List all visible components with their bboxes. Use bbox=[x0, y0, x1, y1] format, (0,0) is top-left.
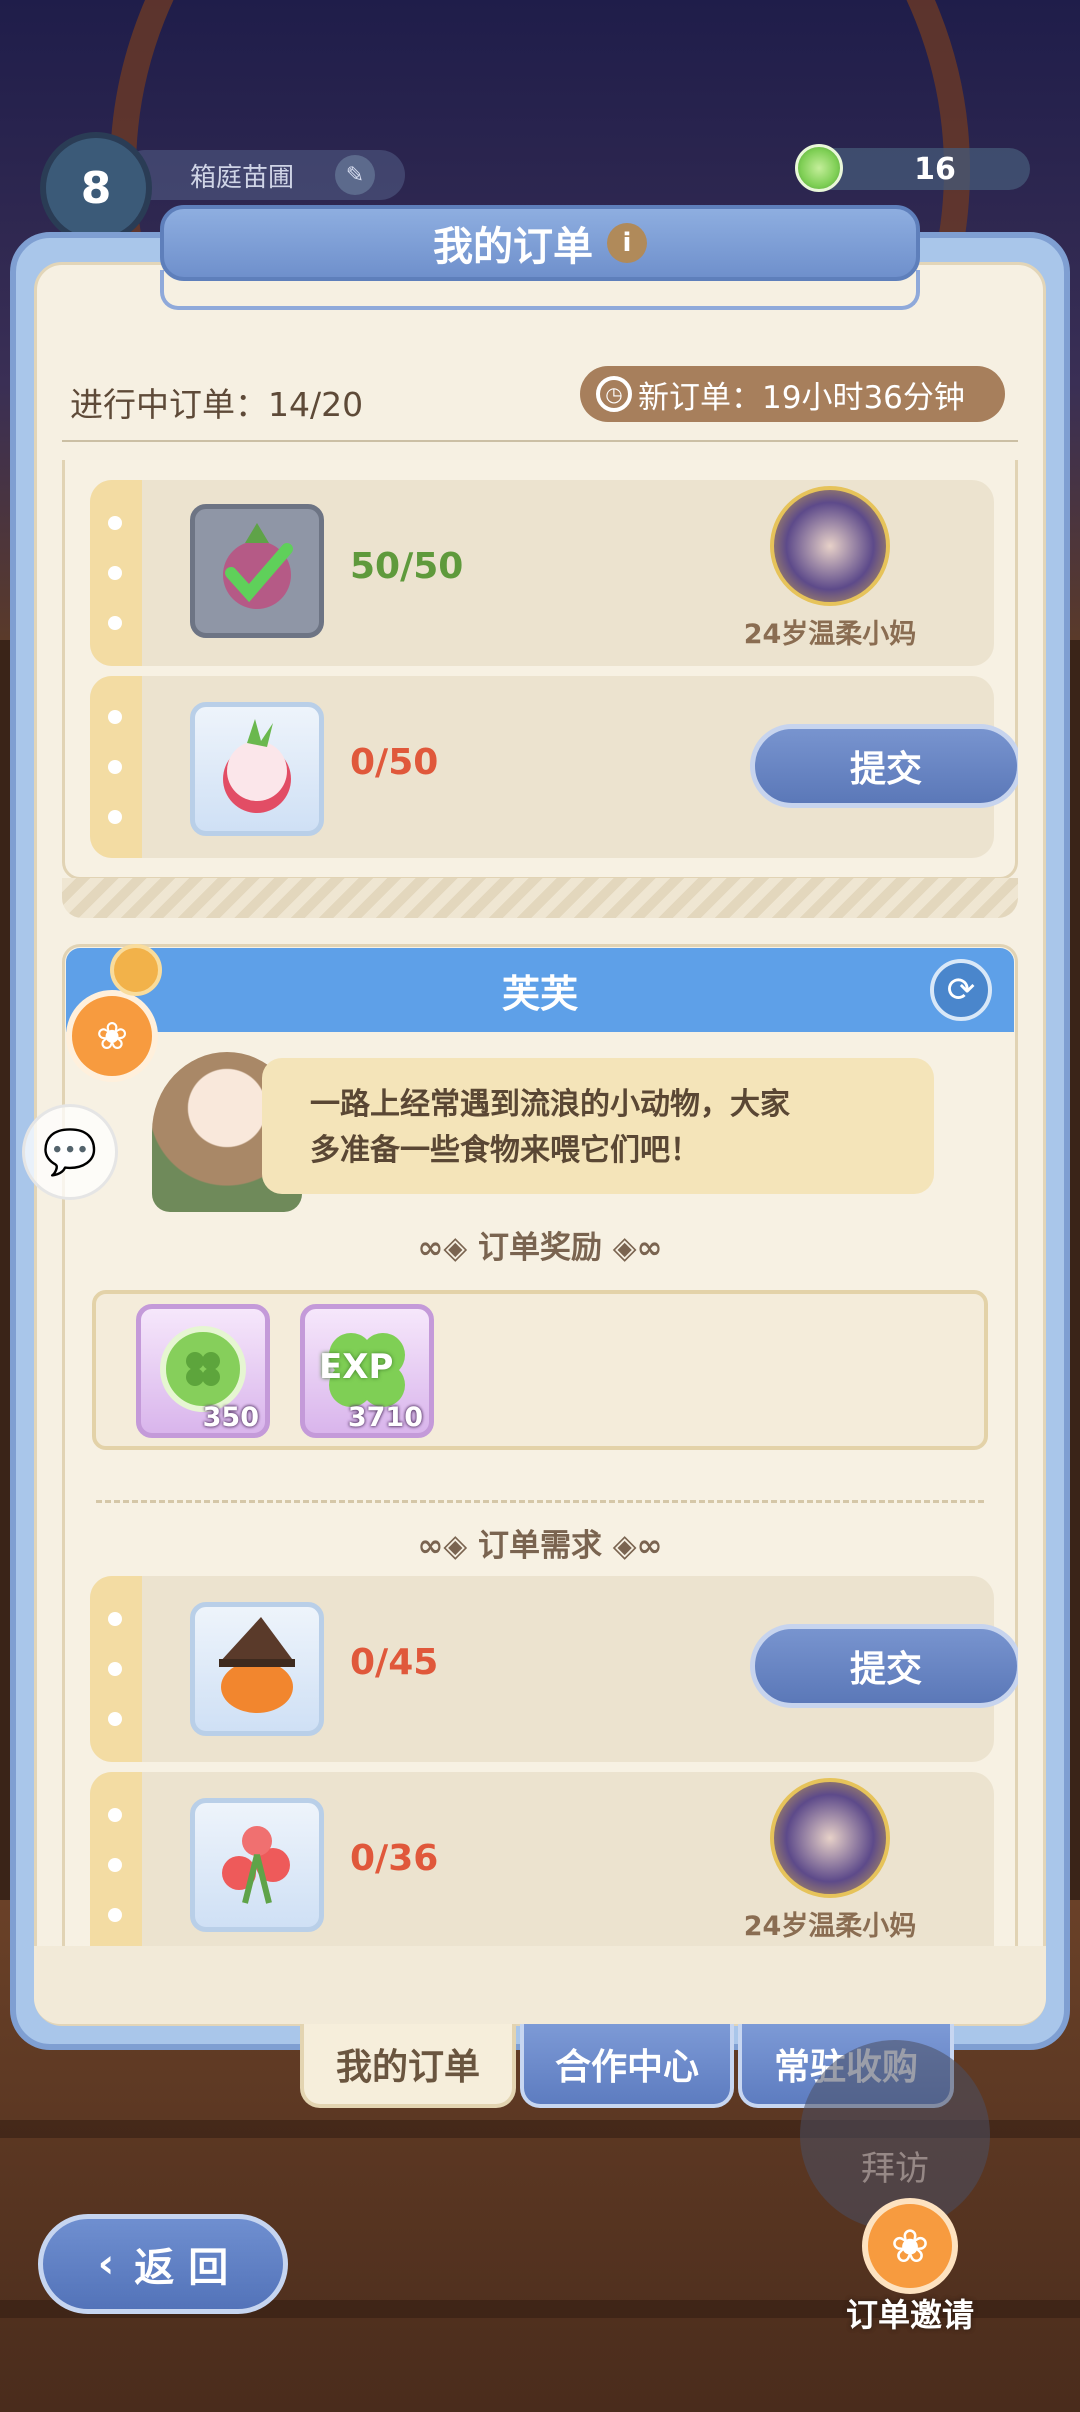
orders-scroll-list[interactable]: 50/50 24岁温柔小妈 0/50 提交 芙芙 ⟳ 一路上经常遇到流浪的小动物… bbox=[62, 460, 1018, 1948]
requirements-section-title: ∞◈ 订单需求 ◈∞ bbox=[62, 1520, 1018, 1565]
order-invite-pin-icon: ❀ bbox=[66, 990, 158, 1082]
exp-clover-icon[interactable]: EXP 3710 bbox=[300, 1304, 434, 1438]
clover-coin-icon[interactable]: 350 bbox=[136, 1304, 270, 1438]
helper-avatar[interactable] bbox=[770, 486, 890, 606]
rail-dot bbox=[108, 516, 122, 530]
panel-title: 我的订单 bbox=[433, 224, 593, 270]
requirement-row: 0/36 24岁温柔小妈 bbox=[90, 1772, 994, 1948]
panel-bottom-ornament bbox=[34, 1946, 1046, 2024]
witch-pumpkin-icon bbox=[190, 1602, 324, 1736]
rail-dot bbox=[108, 1908, 122, 1922]
order-card-header: 芙芙 bbox=[66, 948, 1014, 1032]
submit-button[interactable]: 提交 bbox=[750, 1624, 1018, 1708]
coin-counter: 16 bbox=[810, 148, 1030, 190]
back-arrow-icon: ‹ bbox=[97, 2241, 115, 2287]
requirement-row: 0/45 提交 bbox=[90, 1576, 1018, 1762]
new-order-timer-text: 新订单：19小时36分钟 bbox=[638, 379, 965, 416]
requirements-title-text: 订单需求 bbox=[478, 1528, 602, 1564]
rewards-title-text: 订单奖励 bbox=[478, 1230, 602, 1266]
clock-icon: ◷ bbox=[596, 376, 632, 412]
witch-pumpkin-graphic bbox=[219, 1617, 295, 1713]
exp-label: EXP bbox=[319, 1347, 394, 1387]
checkmark-icon bbox=[223, 523, 293, 609]
row-rail bbox=[90, 1772, 142, 1948]
bell-flower-graphic bbox=[222, 1826, 290, 1904]
order-invite-icon[interactable]: ❀ bbox=[862, 2198, 958, 2294]
row-rail bbox=[90, 676, 142, 858]
helper-name: 24岁温柔小妈 bbox=[743, 619, 917, 650]
ornament-right-icon: ◈∞ bbox=[602, 1528, 663, 1564]
rail-dot bbox=[108, 760, 122, 774]
chat-icon[interactable]: 💬 bbox=[22, 1104, 118, 1200]
edit-pencil-icon[interactable]: ✎ bbox=[335, 155, 375, 195]
back-label: 返 回 bbox=[134, 2245, 229, 2291]
back-button[interactable]: ‹ 返 回 bbox=[38, 2214, 288, 2314]
item-count: 50/50 bbox=[350, 546, 464, 587]
tab-label: 合作中心 bbox=[554, 2047, 699, 2088]
radish-icon bbox=[190, 504, 324, 638]
requirement-row: 50/50 24岁温柔小妈 bbox=[90, 480, 994, 666]
dialogue-line: 多准备一些食物来喂它们吧！ bbox=[310, 1133, 700, 1168]
red-bell-flower-icon bbox=[190, 1798, 324, 1932]
rail-dot bbox=[108, 566, 122, 580]
ornament-left-icon: ∞◈ bbox=[417, 1230, 478, 1266]
rewards-box: 350 EXP 3710 bbox=[92, 1290, 988, 1450]
new-order-timer: 新订单：19小时36分钟 bbox=[580, 366, 1005, 422]
radish-icon bbox=[190, 702, 324, 836]
reward-count: 3710 bbox=[347, 1402, 423, 1433]
row-rail bbox=[90, 1576, 142, 1762]
player-level-badge[interactable]: 8 bbox=[40, 132, 152, 244]
refresh-icon[interactable]: ⟳ bbox=[930, 959, 992, 1021]
rail-dot bbox=[108, 616, 122, 630]
rail-dot bbox=[108, 1712, 122, 1726]
info-icon[interactable]: i bbox=[607, 223, 647, 263]
helper-avatar[interactable] bbox=[770, 1778, 890, 1898]
ticket-edge bbox=[62, 878, 1018, 918]
tab-cooperation-center[interactable]: 合作中心 bbox=[520, 2024, 734, 2108]
visit-label: 拜访 bbox=[861, 2149, 929, 2189]
pushpin-icon bbox=[110, 944, 162, 996]
rail-dot bbox=[108, 1662, 122, 1676]
radish-graphic bbox=[223, 719, 291, 813]
rail-dot bbox=[108, 1858, 122, 1872]
requirement-row: 0/50 提交 bbox=[90, 676, 1018, 858]
orders-in-progress-label: 进行中订单：14/20 bbox=[70, 385, 364, 424]
clover-coin-icon bbox=[795, 144, 843, 192]
reward-count: 350 bbox=[202, 1402, 259, 1433]
helper-name: 24岁温柔小妈 bbox=[743, 1911, 917, 1942]
coin-amount: 16 bbox=[914, 151, 956, 187]
item-count: 0/36 bbox=[350, 1838, 439, 1879]
farm-name: 箱庭苗圃 bbox=[190, 162, 295, 193]
rail-dot bbox=[108, 810, 122, 824]
header-divider bbox=[62, 440, 1018, 442]
tab-label: 我的订单 bbox=[335, 2047, 480, 2088]
rail-dot bbox=[108, 1808, 122, 1822]
panel-title-bar: 我的订单 i bbox=[160, 205, 920, 281]
tab-my-orders[interactable]: 我的订单 bbox=[300, 2024, 516, 2108]
dialogue-line: 一路上经常遇到流浪的小动物，大家 bbox=[310, 1087, 790, 1122]
item-count: 0/45 bbox=[350, 1642, 439, 1683]
row-rail bbox=[90, 480, 142, 666]
ornament-right-icon: ◈∞ bbox=[602, 1230, 663, 1266]
ornament-left-icon: ∞◈ bbox=[417, 1528, 478, 1564]
dashed-divider bbox=[96, 1500, 984, 1503]
npc-name: 芙芙 bbox=[501, 971, 578, 1016]
rewards-section-title: ∞◈ 订单奖励 ◈∞ bbox=[62, 1222, 1018, 1267]
npc-dialogue: 一路上经常遇到流浪的小动物，大家 多准备一些食物来喂它们吧！ bbox=[262, 1058, 934, 1194]
order-invite-label[interactable]: 订单邀请 bbox=[820, 2290, 1000, 2336]
submit-button[interactable]: 提交 bbox=[750, 724, 1018, 808]
rail-dot bbox=[108, 1612, 122, 1626]
item-count: 0/50 bbox=[350, 742, 439, 783]
rail-dot bbox=[108, 710, 122, 724]
